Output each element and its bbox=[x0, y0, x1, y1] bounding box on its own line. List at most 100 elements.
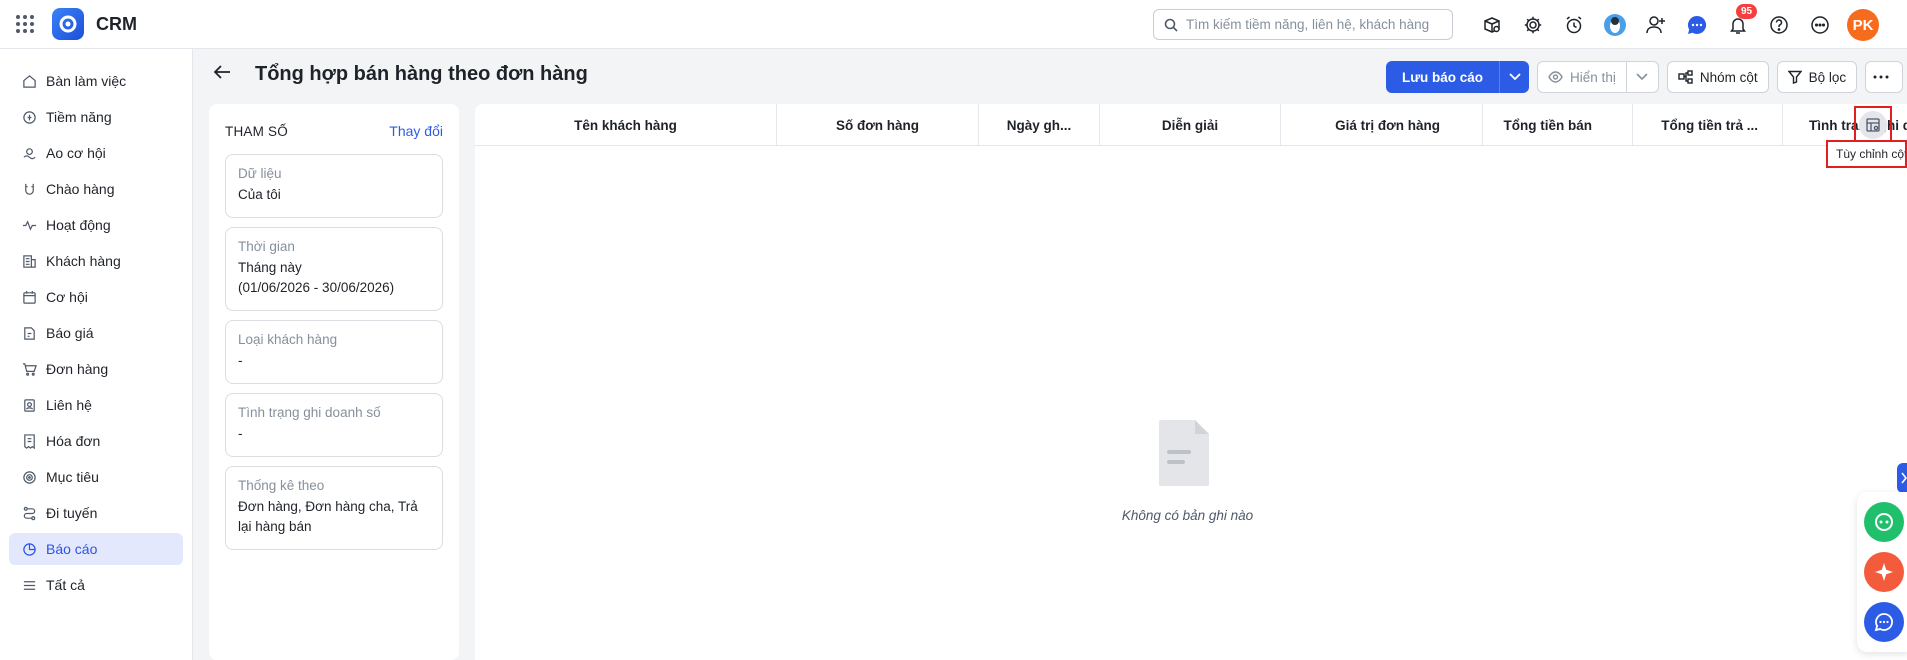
parameters-header: THAM SỐ Thay đổi bbox=[225, 123, 443, 139]
more-options-button[interactable] bbox=[1865, 61, 1904, 93]
sidebar-item-10[interactable]: Liên hệ bbox=[9, 389, 183, 421]
display-button-group: Hiển thị bbox=[1537, 61, 1659, 93]
sidebar-item-11[interactable]: Hóa đơn bbox=[9, 425, 183, 457]
user-avatar-penguin-icon[interactable] bbox=[1599, 9, 1631, 41]
column-config-tooltip: Tùy chỉnh cột bbox=[1826, 140, 1907, 168]
sidebar-item-9[interactable]: Đơn hàng bbox=[9, 353, 183, 385]
parameter-card[interactable]: Thời gian Tháng này (01/06/2026 - 30/06/2… bbox=[225, 227, 443, 311]
box-search-icon[interactable] bbox=[1476, 9, 1508, 41]
sidebar-item-7[interactable]: Cơ hội bbox=[9, 281, 183, 313]
more-circle-icon[interactable] bbox=[1804, 9, 1836, 41]
save-report-dropdown-button[interactable] bbox=[1499, 61, 1530, 93]
sidebar-item-label: Ao cơ hội bbox=[46, 145, 106, 161]
sidebar-item-5[interactable]: Hoạt động bbox=[9, 209, 183, 241]
parameter-card[interactable]: Thống kê theo Đơn hàng, Đơn hàng cha, Trả… bbox=[225, 466, 443, 550]
column-header[interactable]: Tên khách hàng bbox=[475, 104, 777, 146]
parameter-label: Thống kê theo bbox=[238, 478, 325, 493]
group-columns-button[interactable]: Nhóm cột bbox=[1666, 61, 1769, 93]
pond-icon bbox=[21, 145, 37, 161]
chevron-down-icon bbox=[1508, 73, 1521, 81]
sidebar: Bàn làm việc Tiềm năng Ao cơ hội Chào hàng H… bbox=[0, 49, 193, 660]
cart-icon bbox=[21, 361, 37, 377]
sidebar-item-label: Tiềm năng bbox=[46, 109, 112, 125]
column-header[interactable]: Số đơn hàng bbox=[777, 104, 979, 146]
sidebar-item-13[interactable]: Đi tuyến bbox=[9, 497, 183, 529]
report-table: Tên khách hàng Số đơn hàng Ngày gh... Diễn … bbox=[475, 104, 1907, 660]
search-placeholder: Tìm kiếm tiềm năng, liên hệ, khách hàng bbox=[1186, 17, 1430, 32]
more-horizontal-icon bbox=[1873, 75, 1889, 79]
save-report-button[interactable]: Lưu báo cáo bbox=[1386, 61, 1500, 93]
sidebar-item-4[interactable]: Chào hàng bbox=[9, 173, 183, 205]
notification-bell-icon[interactable]: 95 bbox=[1722, 4, 1758, 41]
sidebar-item-3[interactable]: Ao cơ hội bbox=[9, 137, 183, 169]
table-settings-icon bbox=[1866, 117, 1880, 132]
settings-gear-icon[interactable] bbox=[1517, 9, 1549, 41]
column-header[interactable]: Diễn giải bbox=[1100, 104, 1281, 146]
parameter-card[interactable]: Loại khách hàng - bbox=[225, 320, 443, 384]
empty-document-icon bbox=[1159, 420, 1209, 486]
column-header[interactable]: Giá trị đơn hàng bbox=[1281, 104, 1483, 146]
chat-support-button[interactable] bbox=[1864, 602, 1904, 642]
crm-logo-icon[interactable] bbox=[52, 8, 84, 40]
parameter-value: - bbox=[238, 426, 243, 441]
sidebar-item-label: Chào hàng bbox=[46, 181, 115, 197]
alarm-clock-icon[interactable] bbox=[1558, 9, 1590, 41]
parameter-card[interactable]: Dữ liệu Của tôi bbox=[225, 154, 443, 218]
sidebar-item-6[interactable]: Khách hàng bbox=[9, 245, 183, 277]
empty-state-text: Không có bản ghi nào bbox=[1121, 508, 1254, 523]
bot-button[interactable] bbox=[1864, 502, 1904, 542]
sidebar-item-14[interactable]: Báo cáo bbox=[9, 533, 183, 565]
invoice-icon bbox=[21, 433, 37, 449]
parameter-card[interactable]: Tình trạng ghi doanh số - bbox=[225, 393, 443, 457]
home-icon bbox=[21, 73, 37, 89]
parameter-label: Tình trạng ghi doanh số bbox=[238, 405, 381, 420]
report-toolbar: Lưu báo cáo Hiển thị Nhóm cột Bộ lọc bbox=[1386, 61, 1904, 93]
column-header[interactable]: Tổng tiền bán bbox=[1483, 104, 1633, 146]
sidebar-item-2[interactable]: Tiềm năng bbox=[9, 101, 183, 133]
robot-icon bbox=[1875, 513, 1893, 531]
sidebar-item-1[interactable]: Bàn làm việc bbox=[9, 65, 183, 97]
user-avatar[interactable]: PK bbox=[1847, 9, 1879, 41]
search-input[interactable]: Tìm kiếm tiềm năng, liên hệ, khách hàng bbox=[1153, 9, 1453, 40]
target-coin-icon bbox=[21, 109, 37, 125]
sidebar-item-label: Mục tiêu bbox=[46, 469, 99, 485]
menu-lines-icon bbox=[21, 577, 37, 593]
parameter-label: Dữ liệu bbox=[238, 166, 282, 181]
add-user-icon[interactable] bbox=[1640, 9, 1672, 41]
app-name: CRM bbox=[96, 13, 137, 34]
sidebar-item-label: Hóa đơn bbox=[46, 433, 101, 449]
parameter-label: Thời gian bbox=[238, 239, 295, 254]
column-header[interactable]: Ngày gh... bbox=[979, 104, 1100, 146]
back-button[interactable] bbox=[208, 58, 236, 86]
app-launcher-button[interactable] bbox=[0, 0, 50, 49]
top-icon-group: 95 PK bbox=[1476, 4, 1879, 41]
table-header-row: Tên khách hàng Số đơn hàng Ngày gh... Diễn … bbox=[475, 104, 1907, 146]
parameters-title: THAM SỐ bbox=[225, 123, 288, 139]
filter-icon bbox=[1787, 70, 1802, 84]
sidebar-item-label: Khách hàng bbox=[46, 253, 121, 269]
report-pie-icon bbox=[21, 541, 37, 557]
parameter-card-list: Dữ liệu Của tôi Thời gian Tháng này (01/06/… bbox=[225, 154, 443, 550]
filter-button[interactable]: Bộ lọc bbox=[1776, 61, 1858, 93]
ai-sparkle-button[interactable] bbox=[1864, 552, 1904, 592]
sidebar-item-12[interactable]: Mục tiêu bbox=[9, 461, 183, 493]
route-icon bbox=[21, 505, 37, 521]
floating-assistant-panel bbox=[1857, 492, 1907, 652]
parameter-value: Tháng này (01/06/2026 - 30/06/2026) bbox=[238, 260, 395, 295]
sidebar-item-label: Liên hệ bbox=[46, 397, 92, 413]
change-parameters-link[interactable]: Thay đổi bbox=[389, 123, 443, 139]
parameter-value: Của tôi bbox=[238, 187, 281, 202]
contact-icon bbox=[21, 397, 37, 413]
eye-icon bbox=[1548, 71, 1563, 83]
chat-bubble-icon[interactable] bbox=[1681, 9, 1713, 41]
display-dropdown-button[interactable] bbox=[1626, 61, 1659, 93]
sparkle-icon bbox=[1875, 563, 1893, 581]
column-header[interactable]: Tổng tiền trả ... bbox=[1633, 104, 1783, 146]
side-panel-toggle[interactable] bbox=[1897, 463, 1907, 493]
help-icon[interactable] bbox=[1763, 9, 1795, 41]
notification-badge: 95 bbox=[1736, 4, 1758, 19]
column-config-button[interactable] bbox=[1854, 106, 1892, 143]
sidebar-item-15[interactable]: Tất cả bbox=[9, 569, 183, 601]
sidebar-item-8[interactable]: Báo giá bbox=[9, 317, 183, 349]
display-button[interactable]: Hiển thị bbox=[1537, 61, 1627, 93]
